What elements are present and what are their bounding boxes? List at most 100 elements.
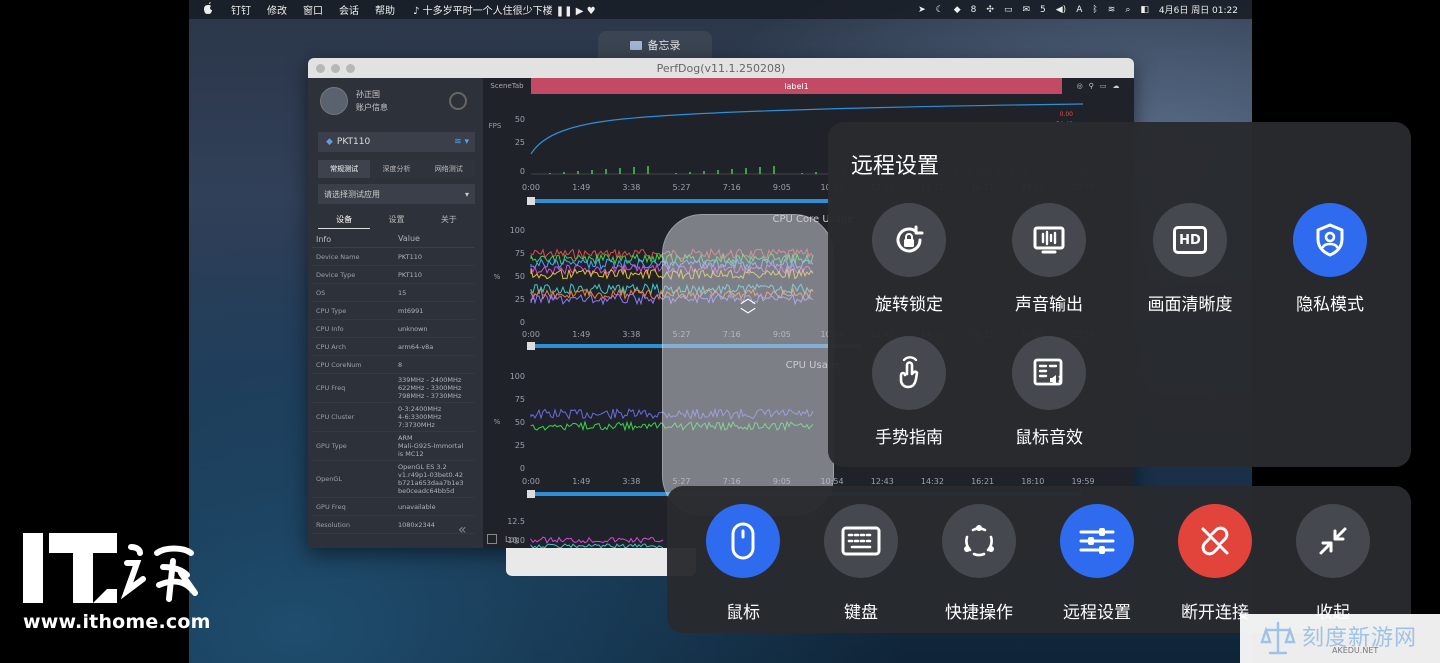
window-titlebar[interactable]: PerfDog(v11.1.250208) bbox=[308, 58, 1134, 78]
collapse-sidebar-icon[interactable]: « bbox=[458, 522, 467, 538]
gesture-scroll-overlay[interactable]: ︿ ﹀ bbox=[662, 214, 834, 516]
apple-icon[interactable] bbox=[203, 2, 215, 17]
info-value: ARM Mali-G925-Immortal is MC12 bbox=[398, 434, 464, 458]
menu-help[interactable]: 帮助 bbox=[375, 2, 395, 17]
rotation-lock-option[interactable]: 旋转锁定 bbox=[849, 203, 969, 315]
label-bar[interactable]: label1 bbox=[531, 78, 1062, 94]
avatar[interactable] bbox=[320, 87, 348, 115]
display-icon[interactable]: ▭ bbox=[1004, 5, 1013, 15]
info-key: Device Name bbox=[316, 252, 360, 261]
x-tick-label: 9:05 bbox=[773, 183, 791, 192]
log-toggle-checkbox[interactable] bbox=[487, 534, 497, 544]
timeline-slider bbox=[531, 199, 831, 203]
menu-window[interactable]: 窗口 bbox=[303, 2, 323, 17]
media-ticker[interactable]: ♪ 十多岁平时一个人住很少下楼 ❚❚ ▶ ♥ bbox=[413, 2, 596, 17]
device-info-table: Info Value Device Name PKT110 Device Type P… bbox=[312, 231, 475, 534]
tab-network-test[interactable]: 网络测试 bbox=[422, 160, 475, 178]
ithome-watermark: www.ithome.com bbox=[23, 533, 213, 633]
account-info-link[interactable]: 账户信息 bbox=[356, 101, 388, 114]
collapse-button[interactable]: 收起 bbox=[1278, 504, 1388, 623]
scene-bar: SceneTab label1 ◎ ⚲ ▭ ☁ bbox=[483, 78, 1134, 94]
notes-tab[interactable]: 备忘录 bbox=[598, 31, 712, 59]
send-icon[interactable]: ➤ bbox=[918, 5, 926, 15]
ithome-url: www.ithome.com bbox=[23, 611, 211, 633]
menu-edit[interactable]: 修改 bbox=[267, 2, 287, 17]
control-center-icon[interactable]: ◧ bbox=[1140, 5, 1149, 15]
gesture-guide-option[interactable]: 手势指南 bbox=[849, 336, 969, 448]
x-tick-label: 1:49 bbox=[572, 183, 590, 192]
datetime[interactable]: 4月6日 周日 01:22 bbox=[1159, 3, 1238, 16]
info-value: 0-3:2400MHz 4-6:3300MHz 7:3730MHz bbox=[398, 405, 442, 429]
tab-about[interactable]: 关于 bbox=[423, 212, 475, 228]
kedu-watermark: 刻度新游网 AKEDU.NET bbox=[1240, 614, 1440, 663]
keyboard-button[interactable]: 键盘 bbox=[806, 504, 916, 623]
location-icon[interactable]: ◎ bbox=[1077, 82, 1083, 90]
folder-open-icon[interactable]: ▭ bbox=[1100, 82, 1107, 90]
info-row: CPU Freq 339MHz - 2400MHz 622MHz - 3300MH… bbox=[312, 374, 475, 403]
slider-handle bbox=[527, 197, 535, 205]
x-tick-label: 3:38 bbox=[622, 183, 640, 192]
pin-icon[interactable]: ⚲ bbox=[1089, 82, 1094, 90]
bluetooth-icon[interactable]: ᛒ bbox=[1092, 5, 1097, 15]
music-note-icon: ♪ bbox=[413, 6, 420, 17]
core-y-tick: 75 bbox=[515, 249, 525, 258]
mouse-sound-option[interactable]: 鼠标音效 bbox=[989, 336, 1109, 448]
scene-tab-label[interactable]: SceneTab bbox=[483, 82, 531, 90]
info-row: GPU Type ARM Mali-G925-Immortal is MC12 bbox=[312, 432, 475, 461]
wifi-icon[interactable]: ≋ bbox=[1108, 5, 1116, 15]
info-row: Device Name PKT110 bbox=[312, 248, 475, 266]
info-value: 15 bbox=[398, 288, 407, 297]
info-col-header: Info bbox=[316, 234, 332, 244]
chevron-down-icon: ▾ bbox=[464, 189, 469, 199]
audio-output-option[interactable]: 声音输出 bbox=[989, 203, 1109, 315]
cloud-icon[interactable]: ☁ bbox=[1112, 82, 1119, 90]
core-axis-label: % bbox=[494, 273, 501, 281]
wechat-icon[interactable]: ✉ bbox=[1022, 5, 1030, 15]
heart-icon[interactable]: ♥ bbox=[587, 6, 596, 17]
x-tick-label: 12:43 bbox=[871, 477, 894, 486]
info-value: 339MHz - 2400MHz 622MHz - 3300MHz 798MHz… bbox=[398, 376, 462, 400]
mouse-sound-icon bbox=[1012, 336, 1086, 410]
core-y-tick: 25 bbox=[515, 295, 525, 304]
tab-normal-test[interactable]: 常规测试 bbox=[318, 160, 371, 178]
info-row: Resolution 1080x2344 bbox=[312, 516, 475, 534]
remote-settings-title: 远程设置 bbox=[851, 154, 940, 179]
spotlight-icon[interactable]: ⌕ bbox=[1125, 5, 1130, 15]
input-icon[interactable]: A bbox=[1076, 5, 1082, 15]
audio-output-icon bbox=[1012, 203, 1086, 277]
device-select[interactable]: ◆ PKT110 ≋ ▾ bbox=[318, 132, 475, 152]
fps-y-tick: 25 bbox=[515, 138, 525, 147]
tab-device[interactable]: 设备 bbox=[318, 212, 371, 229]
menu-session[interactable]: 会话 bbox=[339, 2, 359, 17]
rotation-lock-label: 旋转锁定 bbox=[875, 295, 943, 315]
pause-icon[interactable]: ❚❚ bbox=[556, 6, 573, 17]
disconnect-button[interactable]: 断开连接 bbox=[1160, 504, 1270, 623]
x-tick-label: 0:00 bbox=[522, 477, 540, 486]
info-value: 8 bbox=[398, 360, 403, 369]
sidebar-subtabs: 设备 设置 关于 bbox=[318, 212, 475, 229]
notification-icon[interactable]: ◆ bbox=[954, 5, 961, 15]
scene-icons: ◎ ⚲ ▭ ☁ bbox=[1062, 82, 1134, 90]
tab-settings[interactable]: 设置 bbox=[370, 212, 422, 228]
mouse-button[interactable]: 鼠标 bbox=[688, 504, 798, 623]
quick-action-button[interactable]: 快捷操作 bbox=[924, 504, 1034, 623]
menu-dingtalk[interactable]: 钉钉 bbox=[231, 2, 251, 17]
hd-quality-option[interactable]: HD 画面清晰度 bbox=[1130, 203, 1250, 315]
info-key: CPU Cluster bbox=[316, 413, 355, 421]
moon-icon[interactable]: ☾ bbox=[936, 5, 944, 15]
next-icon[interactable]: ▶ bbox=[576, 6, 584, 17]
privacy-mode-option[interactable]: 隐私模式 bbox=[1270, 203, 1390, 315]
volume-icon[interactable]: ◀) bbox=[1056, 5, 1066, 15]
remote-settings-button[interactable]: 远程设置 bbox=[1042, 504, 1152, 623]
app-select[interactable]: 请选择测试应用 ▾ bbox=[318, 184, 475, 204]
rotation-lock-icon bbox=[872, 203, 946, 277]
x-tick-label: 1:49 bbox=[572, 330, 590, 339]
info-value: mt6991 bbox=[398, 306, 424, 315]
remote-toolbar: 鼠标 键盘 快捷操作 远程设置 断开连接 收起 bbox=[667, 486, 1411, 633]
record-icon[interactable] bbox=[449, 92, 467, 110]
network-icon[interactable]: ✣ bbox=[986, 5, 994, 15]
tab-deep-analysis[interactable]: 深度分析 bbox=[370, 160, 423, 178]
scale-logo-icon bbox=[1260, 621, 1296, 655]
user-name: 孙正国 bbox=[356, 90, 380, 99]
usage-y-tick: 25 bbox=[515, 441, 525, 450]
